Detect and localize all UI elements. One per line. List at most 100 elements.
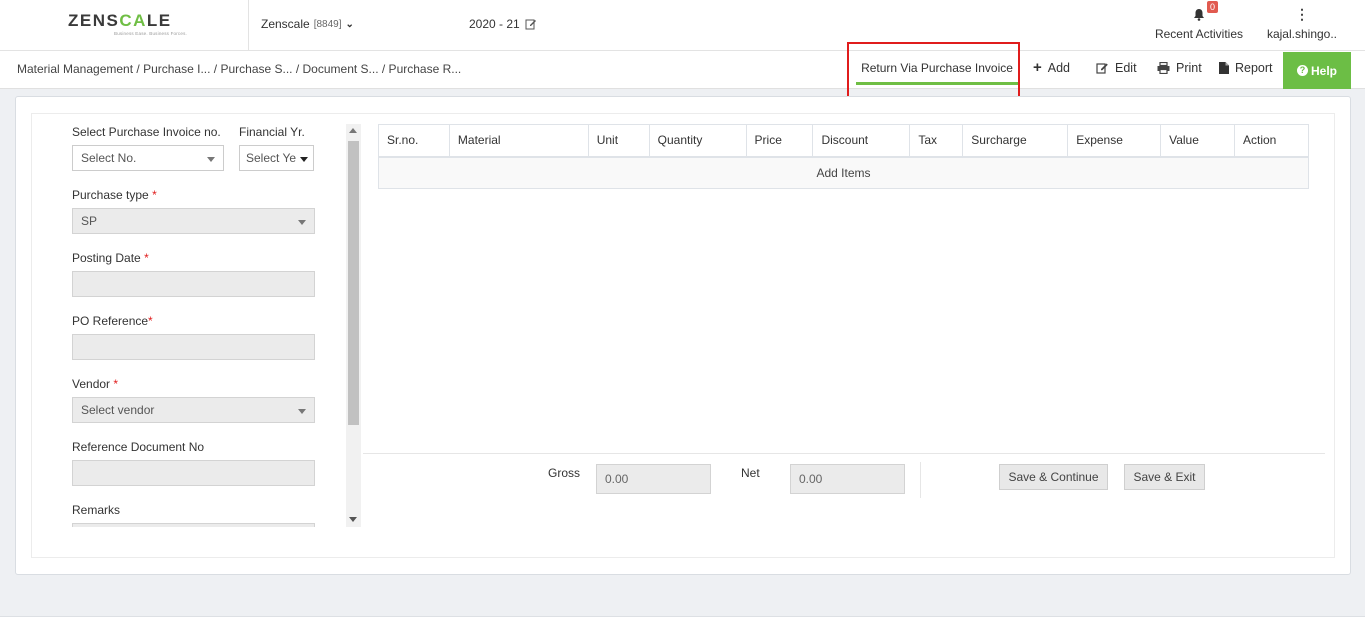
scroll-up-icon[interactable]	[349, 128, 357, 133]
column-header: Price	[745, 124, 814, 158]
gross-label: Gross	[548, 466, 581, 480]
purchase-type-label: Purchase type *	[72, 188, 157, 202]
breadcrumb-item[interactable]: / Purchase I...	[136, 62, 210, 76]
notification-badge: 0	[1207, 1, 1219, 13]
required-mark: *	[148, 314, 153, 328]
help-label: Help	[1310, 63, 1337, 78]
purchase-type-select[interactable]: SP	[72, 208, 315, 234]
add-label: Add	[1047, 61, 1071, 75]
column-header: Quantity	[648, 124, 747, 158]
tab-return-via-purchase-invoice[interactable]: Return Via Purchase Invoice	[856, 57, 1018, 85]
required-mark: *	[113, 377, 119, 391]
posting-date-label-text: Posting Date	[72, 251, 141, 265]
bell-icon	[1153, 8, 1245, 22]
header-divider	[248, 0, 249, 51]
edit-button[interactable]: Edit	[1096, 61, 1137, 75]
purchase-invoice-select[interactable]: Select No.	[72, 145, 224, 171]
required-mark: *	[152, 188, 157, 202]
scroll-down-icon[interactable]	[349, 517, 357, 522]
logo-wordmark: ZENSCALE	[68, 11, 172, 30]
add-button[interactable]: + Add	[1033, 59, 1071, 76]
print-button[interactable]: Print	[1157, 61, 1202, 75]
company-selector[interactable]: Zenscale [8849] ⌄	[261, 17, 354, 31]
purchase-type-value: SP	[81, 214, 98, 228]
vendor-label: Vendor *	[72, 377, 118, 391]
po-reference-label: PO Reference*	[72, 314, 153, 328]
company-code: [8849]	[313, 18, 342, 30]
purchase-invoice-label: Select Purchase Invoice no.	[72, 125, 221, 139]
column-header: Surcharge	[962, 124, 1069, 158]
items-table: Sr.no. Material Unit Quantity Price Disc…	[378, 124, 1309, 189]
breadcrumb-item[interactable]: / Purchase S...	[214, 62, 293, 76]
logo-accent: CA	[119, 11, 147, 30]
chevron-down-icon: ⌄	[345, 18, 354, 30]
print-label: Print	[1176, 61, 1202, 75]
financial-year-selector[interactable]: 2020 - 21	[469, 17, 537, 31]
column-header: Action	[1234, 124, 1309, 158]
help-button[interactable]: ? Help	[1283, 52, 1351, 89]
report-button[interactable]: Report	[1219, 61, 1273, 75]
bottom-strip	[0, 616, 1365, 624]
financial-yr-value: Select Ye	[246, 151, 297, 165]
user-menu[interactable]: ⋮ kajal.shingo..	[1266, 6, 1338, 41]
po-reference-label-text: PO Reference	[72, 314, 149, 328]
net-value: 0.00	[790, 464, 905, 494]
footer-divider-vertical	[920, 462, 921, 498]
po-reference-input[interactable]	[72, 334, 315, 360]
vendor-label-text: Vendor	[72, 377, 111, 391]
column-header: Expense	[1067, 124, 1162, 158]
add-items-button[interactable]: Add Items	[378, 156, 1309, 189]
more-vertical-icon: ⋮	[1295, 6, 1309, 22]
required-mark: *	[144, 251, 149, 265]
reference-doc-input[interactable]	[72, 460, 315, 486]
financial-yr-select[interactable]: Select Ye	[239, 145, 314, 171]
financial-yr-label: Financial Yr.	[239, 125, 305, 139]
scroll-thumb[interactable]	[348, 141, 359, 425]
breadcrumb-item[interactable]: / Purchase R...	[382, 62, 461, 76]
posting-date-label: Posting Date *	[72, 251, 149, 265]
remarks-input[interactable]	[72, 523, 315, 527]
vendor-select[interactable]: Select vendor	[72, 397, 315, 423]
purchase-invoice-value: Select No.	[81, 151, 137, 165]
caret-down-icon	[207, 157, 215, 162]
recent-activities[interactable]: 0 Recent Activities	[1153, 1, 1245, 41]
company-name: Zenscale	[261, 17, 310, 31]
vendor-value: Select vendor	[81, 403, 155, 417]
user-name: kajal.shingo..	[1266, 27, 1338, 41]
logo-tagline: Business Ease. Business Forces.	[114, 31, 187, 36]
form-scrollbar[interactable]	[346, 124, 361, 527]
question-circle-icon: ?	[1296, 65, 1308, 76]
breadcrumb-item[interactable]: / Document S...	[296, 62, 379, 76]
column-header: Unit	[587, 124, 650, 158]
gross-value: 0.00	[596, 464, 711, 494]
reference-doc-label: Reference Document No	[72, 440, 205, 454]
footer-divider	[363, 453, 1325, 454]
save-continue-button[interactable]: Save & Continue	[999, 464, 1108, 490]
caret-down-icon	[298, 220, 306, 225]
print-icon	[1157, 62, 1170, 74]
column-header: Material	[448, 124, 589, 158]
purchase-type-label-text: Purchase type	[72, 188, 149, 202]
column-header: Sr.no.	[378, 124, 450, 158]
posting-date-input[interactable]	[72, 271, 315, 297]
plus-icon: +	[1033, 59, 1042, 76]
caret-down-icon	[298, 409, 306, 414]
edit-icon	[1096, 63, 1108, 74]
table-header-row: Sr.no. Material Unit Quantity Price Disc…	[378, 124, 1309, 158]
save-exit-button[interactable]: Save & Exit	[1124, 464, 1205, 490]
remarks-label: Remarks	[72, 503, 121, 517]
add-items-row: Add Items	[378, 156, 1309, 189]
zenscale-logo[interactable]: ZENSCALE Business Ease. Business Forces.	[68, 11, 187, 37]
edit-icon	[525, 19, 536, 30]
caret-down-icon	[300, 157, 308, 162]
net-label: Net	[741, 466, 760, 480]
file-icon	[1219, 62, 1229, 74]
breadcrumb: Material Management / Purchase I... / Pu…	[17, 62, 461, 76]
breadcrumb-item[interactable]: Material Management	[17, 62, 133, 76]
column-header: Tax	[909, 124, 964, 158]
financial-year-label: 2020 - 21	[469, 17, 520, 31]
column-header: Value	[1160, 124, 1235, 158]
report-label: Report	[1235, 61, 1273, 75]
top-bar: ZENSCALE Business Ease. Business Forces.…	[0, 0, 1365, 51]
edit-label: Edit	[1115, 61, 1137, 75]
